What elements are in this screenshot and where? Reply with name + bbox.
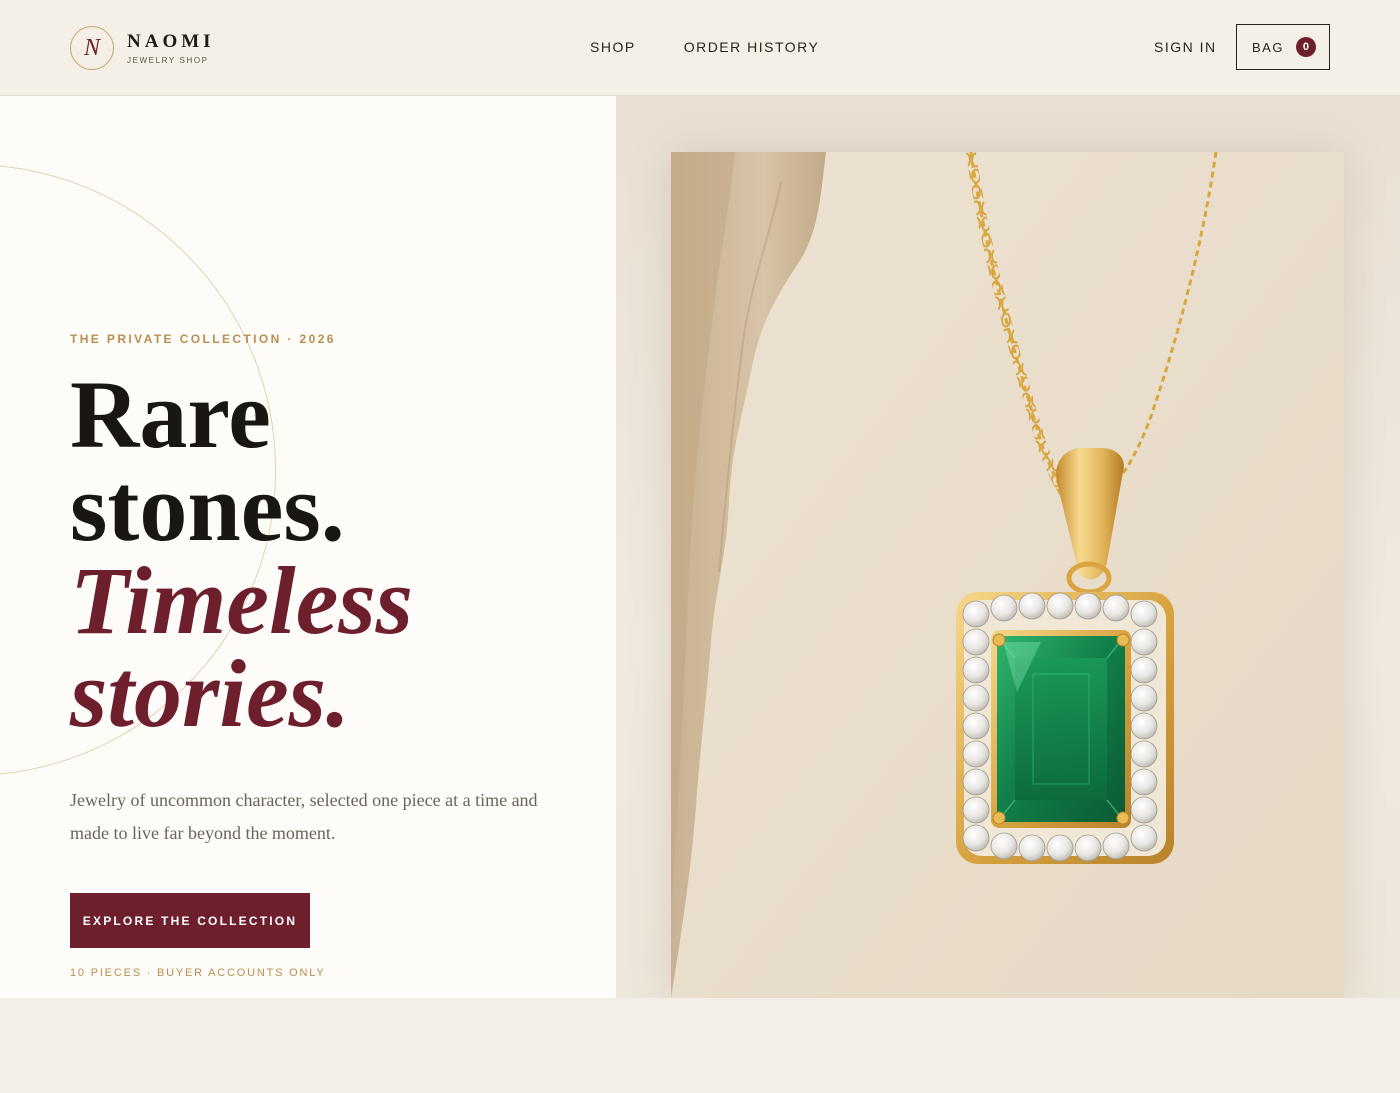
bag-button[interactable]: BAG 0 (1236, 24, 1330, 70)
explore-collection-button[interactable]: EXPLORE THE COLLECTION (70, 893, 310, 948)
headline-accent-2: stories. (70, 640, 351, 747)
main-nav: SHOP ORDER HISTORY (590, 40, 867, 54)
nav-order-history[interactable]: ORDER HISTORY (684, 40, 820, 54)
brand-name: NAOMI (127, 30, 215, 52)
headline-accent-1: Timeless (70, 547, 414, 654)
emerald-pendant-photo-icon (671, 152, 1344, 998)
sign-in-link[interactable]: SIGN IN (1154, 40, 1217, 54)
logo-text: NAOMI JEWELRY SHOP (127, 32, 215, 65)
headline-line-2: stones. (70, 454, 345, 561)
hero-eyebrow: THE PRIVATE COLLECTION · 2026 (70, 332, 336, 346)
brand-tagline: JEWELRY SHOP (127, 55, 209, 65)
nav-shop[interactable]: SHOP (590, 40, 636, 54)
bag-count-badge: 0 (1295, 37, 1316, 57)
headline-line-1: Rare (70, 361, 271, 468)
logo-monogram-icon: N (70, 26, 114, 70)
brand-logo[interactable]: N NAOMI JEWELRY SHOP (70, 26, 215, 70)
hero-image-panel (616, 96, 1400, 998)
site-header: N NAOMI JEWELRY SHOP SHOP ORDER HISTORY … (0, 0, 1400, 96)
hero-headline: Rare stones. Timeless stories. (70, 361, 414, 747)
hero-description: Jewelry of uncommon character, selected … (70, 790, 538, 843)
hero-text-panel: THE PRIVATE COLLECTION · 2026 Rare stone… (0, 96, 616, 998)
page-lower-band (0, 998, 1400, 1093)
bag-label: BAG (1252, 39, 1284, 55)
collection-note: 10 PIECES · BUYER ACCOUNTS ONLY (70, 967, 326, 979)
